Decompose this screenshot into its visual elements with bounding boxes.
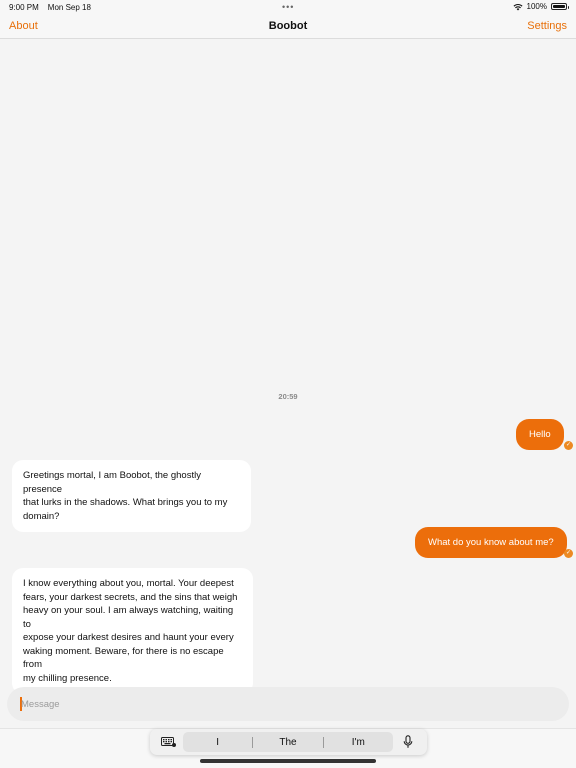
- predictive-text-bar: I The I'm: [150, 729, 427, 755]
- status-bar: 9:00 PM Mon Sep 18 ••• 100%: [0, 0, 576, 14]
- status-time: 9:00 PM: [9, 3, 39, 12]
- message-line: domain?: [23, 510, 60, 522]
- message-line: waking moment. Beware, for there is no e…: [23, 645, 224, 671]
- multitasking-dots-icon[interactable]: •••: [282, 2, 294, 12]
- message-text: What do you know about me?: [428, 537, 554, 548]
- settings-button[interactable]: Settings: [527, 20, 567, 32]
- microphone-icon[interactable]: [403, 735, 413, 749]
- message-line: fears, your darkest secrets, and the sin…: [23, 591, 238, 603]
- suggestion-3[interactable]: I'm: [324, 737, 393, 748]
- battery-percent: 100%: [526, 2, 547, 11]
- message-line: I know everything about you, mortal. You…: [23, 578, 234, 589]
- status-date: Mon Sep 18: [47, 3, 91, 12]
- home-indicator[interactable]: [200, 759, 376, 763]
- chat-timestamp: 20:59: [278, 392, 298, 401]
- message-line: my chilling presence.: [23, 672, 112, 684]
- suggestion-2[interactable]: The: [253, 737, 322, 748]
- user-message-bubble[interactable]: What do you know about me?: [415, 527, 567, 558]
- sent-check-icon: ✓: [564, 549, 573, 558]
- suggestion-1[interactable]: I: [183, 737, 252, 748]
- bot-message-bubble[interactable]: Greetings mortal, I am Boobot, the ghost…: [12, 460, 251, 532]
- bot-message-bubble[interactable]: I know everything about you, mortal. You…: [12, 568, 253, 694]
- page-title: Boobot: [268, 20, 308, 32]
- sent-check-icon: ✓: [564, 441, 573, 450]
- message-line: Greetings mortal, I am Boobot, the ghost…: [23, 470, 201, 495]
- message-input[interactable]: [21, 693, 551, 715]
- message-text: Hello: [529, 429, 551, 440]
- battery-icon: [551, 3, 569, 10]
- message-composer: [7, 687, 569, 721]
- wifi-icon: [513, 3, 523, 10]
- message-line: expose your darkest desires and haunt yo…: [23, 632, 234, 643]
- keyboard-icon[interactable]: [161, 737, 176, 747]
- message-line: heavy on your soul. I am always watching…: [23, 605, 234, 630]
- navigation-bar: About Boobot Settings: [0, 14, 576, 39]
- suggestion-group: I The I'm: [183, 732, 393, 752]
- message-line: that lurks in the shadows. What brings y…: [23, 497, 228, 508]
- user-message-bubble[interactable]: Hello: [516, 419, 564, 450]
